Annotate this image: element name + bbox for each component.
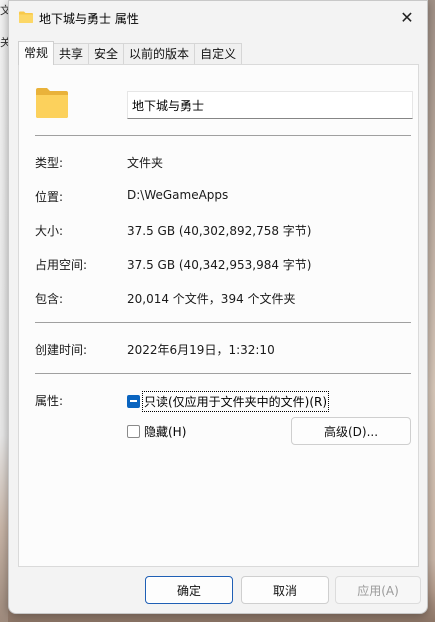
window-title: 地下城与勇士 属性	[39, 12, 139, 26]
size-row: 大小: 37.5 GB (40,302,892,758 字节)	[35, 222, 415, 238]
attributes-label: 属性:	[35, 394, 64, 408]
tab-sharing[interactable]: 共享	[53, 43, 90, 65]
ok-button[interactable]: 确定	[145, 576, 233, 604]
folder-name-input[interactable]	[127, 91, 413, 119]
hidden-label: 隐藏(H)	[144, 424, 187, 439]
disk-size-value: 37.5 GB (40,342,953,984 字节)	[127, 258, 312, 272]
tab-customize[interactable]: 自定义	[194, 43, 243, 65]
tab-strip: 常规 共享 安全 以前的版本 自定义	[18, 41, 243, 65]
background-window-edge: 文 关	[0, 0, 8, 622]
close-icon: ✕	[400, 7, 414, 27]
location-label: 位置:	[35, 190, 64, 204]
tab-general[interactable]: 常规	[18, 41, 55, 65]
type-label: 类型:	[35, 156, 64, 170]
folder-icon	[19, 11, 33, 23]
cancel-button[interactable]: 取消	[241, 576, 329, 604]
created-label: 创建时间:	[35, 343, 88, 357]
tab-previous-versions[interactable]: 以前的版本	[123, 43, 196, 65]
created-row: 创建时间: 2022年6月19日，1:32:10	[35, 341, 415, 357]
disk-size-label: 占用空间:	[35, 258, 88, 272]
readonly-option[interactable]: 只读(仅应用于文件夹中的文件)(R)	[127, 390, 330, 412]
contains-label: 包含:	[35, 292, 64, 306]
size-label: 大小:	[35, 224, 64, 238]
title-bar[interactable]: 地下城与勇士 属性 ✕	[9, 1, 427, 34]
apply-button[interactable]: 应用(A)	[335, 576, 421, 604]
type-value: 文件夹	[127, 156, 164, 170]
advanced-button[interactable]: 高级(D)...	[291, 417, 411, 445]
background-text-peek: 关	[0, 36, 8, 49]
hidden-option[interactable]: 隐藏(H)	[127, 422, 186, 440]
background-text-peek: 文	[0, 4, 8, 17]
general-tab-panel: 类型: 文件夹 位置: D:\WeGameApps 大小: 37.5 GB (4…	[18, 64, 419, 567]
divider	[35, 322, 411, 323]
location-value: D:\WeGameApps	[127, 188, 229, 202]
size-value: 37.5 GB (40,302,892,758 字节)	[127, 224, 312, 238]
contains-row: 包含: 20,014 个文件，394 个文件夹	[35, 290, 415, 306]
location-row: 位置: D:\WeGameApps	[35, 188, 415, 204]
close-button[interactable]: ✕	[387, 1, 427, 33]
contains-value: 20,014 个文件，394 个文件夹	[127, 292, 296, 306]
tab-security[interactable]: 安全	[88, 43, 125, 65]
divider	[35, 373, 411, 374]
properties-dialog: 地下城与勇士 属性 ✕ 常规 共享 安全 以前的版本 自定义 类型: 文件夹 位…	[8, 0, 428, 614]
created-value: 2022年6月19日，1:32:10	[127, 343, 275, 357]
hidden-checkbox[interactable]	[127, 424, 140, 438]
readonly-checkbox[interactable]	[127, 394, 140, 408]
disk-size-row: 占用空间: 37.5 GB (40,342,953,984 字节)	[35, 256, 415, 272]
readonly-label: 只读(仅应用于文件夹中的文件)(R)	[141, 390, 330, 412]
divider	[35, 135, 411, 136]
type-row: 类型: 文件夹	[35, 154, 415, 170]
folder-icon	[36, 88, 68, 118]
